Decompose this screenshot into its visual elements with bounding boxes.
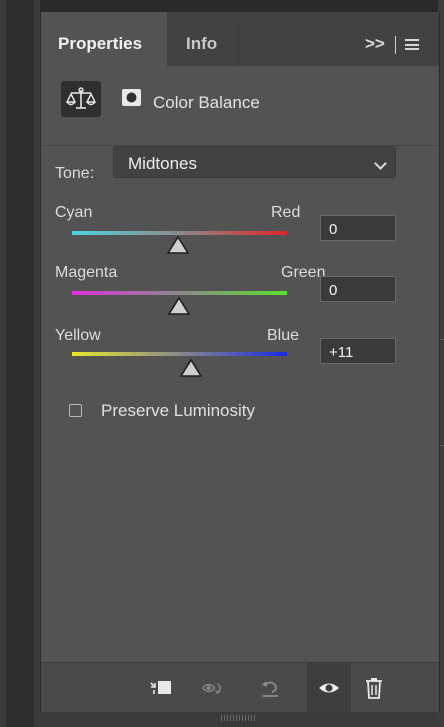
panel-resize-bar[interactable] [40,712,438,727]
tone-label: Tone: [55,165,95,182]
clip-to-layer-icon[interactable] [149,677,173,699]
adjustment-properties-button[interactable] [61,81,101,117]
tone-select-value: Midtones [128,154,197,173]
panel-title: Color Balance [153,93,260,112]
properties-panel: Properties Info >> Color Balance Tone: M… [40,12,440,713]
resize-grip-icon [221,715,257,721]
chevron-down-icon [374,157,387,170]
delete-icon[interactable] [362,677,386,699]
slider-cyan-label: Cyan [55,204,93,221]
cyan-red-value-input[interactable]: 0 [320,215,396,241]
panel-menu-icon[interactable] [405,39,419,50]
properties-header: Color Balance [41,66,439,146]
cyan-red-slider-track[interactable] [72,231,287,235]
cyan-red-slider-thumb[interactable] [167,236,189,254]
tab-divider [238,22,239,66]
slider-red-label: Red [271,204,301,221]
slider-blue-label: Blue [267,327,300,344]
tone-select[interactable]: Midtones [113,146,396,178]
magenta-green-value-input[interactable]: 0 [320,276,396,302]
preserve-luminosity-label[interactable]: Preserve Luminosity [101,401,255,421]
preserve-luminosity-checkbox[interactable] [69,404,82,417]
yellow-blue-slider-track[interactable] [72,352,287,356]
expand-panel-button[interactable]: >> [365,34,385,54]
yellow-blue-value-input[interactable]: +11 [320,338,396,364]
slider-magenta-label: Magenta [55,264,118,281]
magenta-green-slider-track[interactable] [72,291,287,295]
visibility-icon [319,683,339,693]
top-bar [40,0,444,12]
reset-icon[interactable] [258,677,282,699]
slider-green-label: Green [281,264,326,281]
view-previous-state-icon[interactable] [201,677,225,699]
panel-footer [41,662,439,713]
tab-info[interactable]: Info [186,34,217,54]
visibility-button[interactable] [307,663,351,713]
left-panel-strip [0,0,40,727]
magenta-green-slider-thumb[interactable] [168,297,190,315]
tab-properties[interactable]: Properties [41,12,167,66]
tab-properties-label: Properties [58,34,143,53]
yellow-blue-slider-thumb[interactable] [180,359,202,377]
menu-divider [395,36,396,54]
mask-icon[interactable] [122,89,141,106]
tab-bar: Properties Info >> [41,12,439,66]
slider-yellow-label: Yellow [55,327,101,344]
scale-icon [65,87,97,109]
